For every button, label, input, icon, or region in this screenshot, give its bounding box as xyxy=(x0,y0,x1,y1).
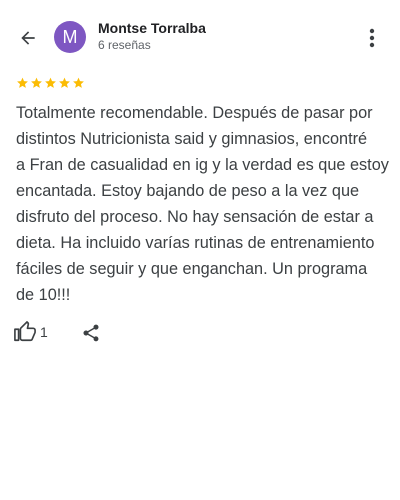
review-text-line: fáciles de seguir y que enganchan. Un pr… xyxy=(16,260,368,278)
more-vert-icon xyxy=(369,28,375,48)
more-options-button[interactable] xyxy=(360,24,384,52)
review-text-line: a Fran de casualidad en ig y la verdad e… xyxy=(16,156,389,174)
review-text-line: Totalmente recomendable. Después de pasa… xyxy=(16,104,373,122)
star-icon xyxy=(44,75,57,91)
review-text: Totalmente recomendable. Después de pasa… xyxy=(16,100,389,308)
review-text-line: distintos Nutricionista said y gimnasios… xyxy=(16,130,368,148)
avatar-initial: M xyxy=(62,27,78,47)
star-icon xyxy=(72,75,85,91)
share-icon xyxy=(83,324,99,342)
share-button[interactable] xyxy=(78,320,104,346)
reviewer-name[interactable]: Montse Torralba xyxy=(98,20,206,36)
review-text-line: de 10!!! xyxy=(16,286,71,304)
review-header: M Montse Torralba 6 reseñas xyxy=(0,0,400,72)
review-text-line: dieta. Ha incluido varías rutinas de ent… xyxy=(16,234,375,252)
thumb-up-icon xyxy=(14,321,36,342)
review-count: 6 reseñas xyxy=(98,38,151,52)
review-text-line: encantada. Estoy bajando de peso a la ve… xyxy=(16,182,360,200)
like-button[interactable]: 1 xyxy=(14,319,48,345)
star-rating xyxy=(16,75,85,91)
review-text-line: disfruto del proceso. No hay sensación d… xyxy=(16,208,374,226)
review-actions: 1 xyxy=(0,318,400,348)
star-icon xyxy=(16,75,29,91)
avatar[interactable]: M xyxy=(54,21,86,53)
star-icon xyxy=(30,75,43,91)
review-page: M Montse Torralba 6 reseñas Totalmente r… xyxy=(0,0,400,500)
like-count: 1 xyxy=(40,324,48,340)
star-icon xyxy=(58,75,71,91)
arrow-back-icon xyxy=(21,31,35,45)
back-button[interactable] xyxy=(14,24,42,52)
